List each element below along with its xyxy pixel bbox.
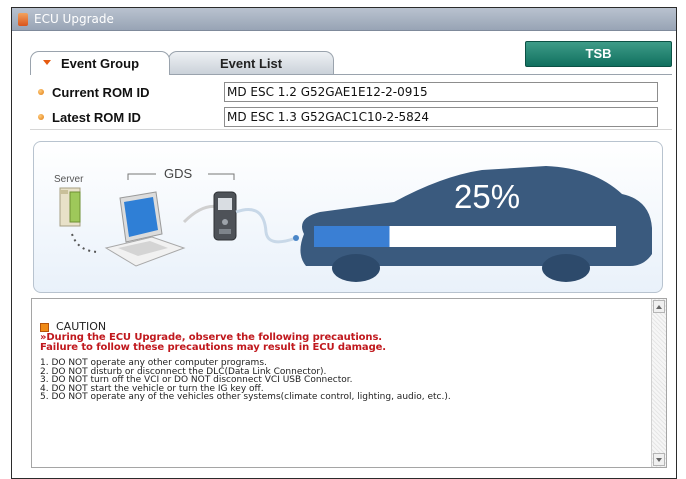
current-rom-label: Current ROM ID: [52, 85, 150, 100]
upgrade-diagram-panel: Server GDS 25%: [33, 141, 663, 293]
arrow-down-icon: [656, 458, 662, 462]
arrow-up-icon: [656, 305, 662, 309]
ecu-upgrade-window: ECU Upgrade Event Group Event List TSB C…: [11, 7, 677, 479]
window-title: ECU Upgrade: [34, 12, 114, 26]
title-bar[interactable]: ECU Upgrade: [12, 8, 676, 31]
server-link: [71, 233, 101, 253]
caution-rules-list: 1. DO NOT operate any other computer pro…: [40, 359, 451, 402]
car-wheel-rear: [332, 254, 380, 282]
latest-rom-row: Latest ROM ID MD ESC 1.3 G52GAC1C10-2-58…: [30, 105, 672, 130]
bullet-icon: [38, 89, 44, 95]
gds-label: GDS: [164, 166, 193, 181]
obd-connector: [293, 235, 299, 241]
progress-fill: [314, 226, 390, 247]
caution-scrollbar[interactable]: [651, 299, 666, 467]
caution-panel: CAUTION »During the ECU Upgrade, observe…: [31, 298, 667, 468]
tsb-button[interactable]: TSB: [525, 41, 672, 67]
app-icon: [18, 13, 28, 26]
progress-percent: 25%: [454, 178, 520, 215]
rom-divider: [30, 129, 672, 130]
server-label: Server: [54, 174, 84, 185]
server-icon: [59, 187, 81, 227]
caution-warning-line-2: Failure to follow these precautions may …: [40, 342, 387, 353]
bullet-icon: [38, 114, 44, 120]
tab-event-list[interactable]: Event List: [168, 51, 334, 75]
triangle-down-icon: [43, 60, 51, 65]
tab-event-group[interactable]: Event Group: [30, 51, 170, 75]
current-rom-row: Current ROM ID MD ESC 1.2 G52GAE1E12-2-0…: [30, 80, 672, 105]
scroll-up-button[interactable]: [653, 300, 665, 313]
laptop-icon: [104, 191, 186, 267]
latest-rom-value: MD ESC 1.3 G52GAC1C10-2-5824: [224, 107, 658, 127]
scroll-down-button[interactable]: [653, 453, 665, 466]
vci-car-cable: [235, 208, 297, 244]
tab-event-group-label: Event Group: [61, 56, 140, 71]
caution-rule: 5. DO NOT operate any of the vehicles ot…: [40, 392, 451, 403]
upgrade-diagram: Server GDS 25%: [54, 166, 652, 282]
vci-device-icon: [213, 191, 237, 241]
latest-rom-label: Latest ROM ID: [52, 110, 141, 125]
current-rom-value: MD ESC 1.2 G52GAE1E12-2-0915: [224, 82, 658, 102]
caution-icon: [40, 323, 49, 332]
car-wheel-front: [542, 254, 590, 282]
